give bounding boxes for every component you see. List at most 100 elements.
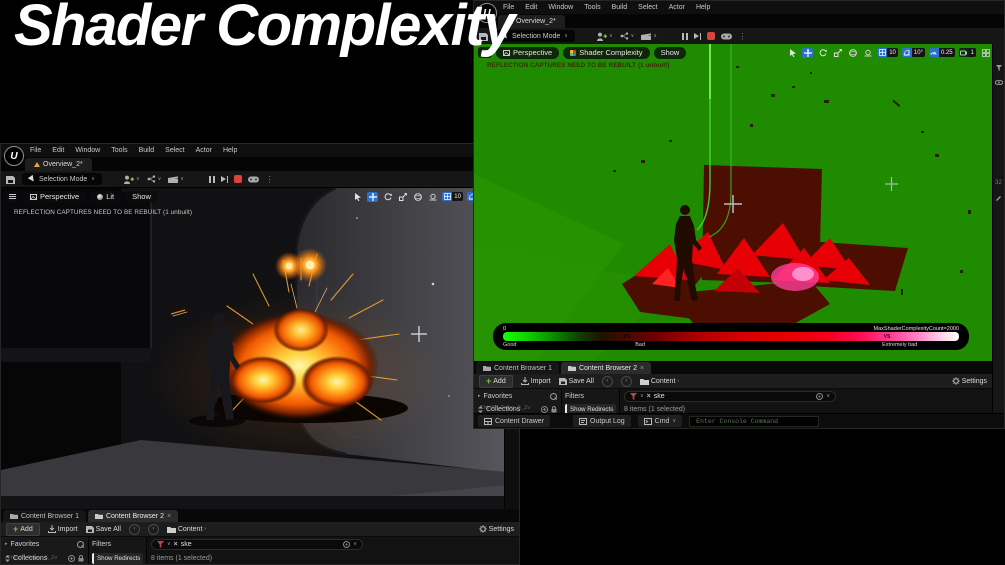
view-mode-dropdown[interactable]: Lit	[90, 191, 121, 203]
import-button[interactable]: Import	[521, 377, 551, 385]
world-space-icon[interactable]	[847, 48, 858, 58]
menu-item-build[interactable]: Build	[612, 4, 628, 11]
selection-mode-dropdown[interactable]: Selection Mode ∨	[22, 173, 102, 185]
breadcrumb[interactable]: Content ›	[167, 526, 206, 533]
viewport-layout-icon[interactable]	[980, 48, 991, 58]
favorites-panel-header[interactable]: ▸ Favorites	[474, 389, 562, 403]
asset-search-field[interactable]: ∨ × ∨	[151, 539, 363, 550]
search-icon[interactable]	[550, 393, 557, 400]
add-collection-icon[interactable]	[541, 406, 548, 413]
import-button[interactable]: Import	[48, 525, 78, 533]
gamepad-icon[interactable]	[721, 33, 732, 40]
menu-item-edit[interactable]: Edit	[52, 147, 64, 154]
content-browser-tab-1[interactable]: Content Browser 1	[3, 510, 86, 522]
content-browser-tab-1[interactable]: Content Browser 1	[476, 362, 559, 374]
search-input[interactable]	[181, 541, 341, 548]
menu-item-edit[interactable]: Edit	[525, 4, 537, 11]
add-collection-icon[interactable]	[68, 555, 75, 562]
menu-item-help[interactable]: Help	[223, 147, 237, 154]
step-button[interactable]	[221, 176, 229, 183]
toolbar-overflow-icon[interactable]: ⋮	[738, 32, 746, 41]
save-all-button[interactable]: Save All	[559, 377, 594, 385]
add-button[interactable]: + Add	[479, 375, 513, 388]
breadcrumb[interactable]: Content ›	[640, 378, 679, 385]
rotate-tool-button[interactable]	[817, 48, 828, 58]
content-browser-tab-2[interactable]: Content Browser 2 ×	[561, 362, 651, 374]
clear-search-icon[interactable]: ×	[647, 393, 651, 400]
viewport-lit[interactable]: Perspective Lit Show 10	[1, 188, 507, 509]
console-command-field[interactable]	[689, 416, 819, 427]
grid-snap-control[interactable]: 10	[442, 192, 463, 201]
cinematics-dropdown[interactable]: ∨	[641, 32, 657, 40]
menu-item-help[interactable]: Help	[696, 4, 710, 11]
show-dropdown[interactable]: Show	[125, 191, 158, 203]
surface-snap-icon[interactable]	[862, 48, 873, 58]
menu-item-tools[interactable]: Tools	[584, 4, 600, 11]
pencil-icon[interactable]	[995, 195, 1002, 202]
console-command-input[interactable]	[694, 417, 814, 426]
level-tab[interactable]: Overview_2*	[25, 158, 92, 171]
menu-item-select[interactable]: Select	[165, 147, 184, 154]
grid-snap-control[interactable]: 10	[877, 48, 898, 57]
menu-item-window[interactable]: Window	[75, 147, 100, 154]
search-icon[interactable]	[77, 541, 84, 548]
cinematics-dropdown[interactable]: ∨	[168, 175, 184, 183]
select-tool-button[interactable]	[787, 48, 798, 58]
add-actor-dropdown[interactable]: ∨	[123, 175, 140, 184]
move-tool-button[interactable]	[802, 48, 813, 58]
save-all-button[interactable]: Save All	[86, 525, 121, 533]
gamepad-icon[interactable]	[248, 176, 259, 183]
menu-item-actor[interactable]: Actor	[196, 147, 212, 154]
menu-item-build[interactable]: Build	[139, 147, 155, 154]
perspective-dropdown[interactable]: Perspective	[23, 191, 86, 203]
scale-tool-button[interactable]	[397, 192, 408, 202]
settings-button[interactable]: Settings	[479, 525, 514, 533]
viewport-menu-icon[interactable]	[5, 191, 19, 202]
save-icon[interactable]	[6, 175, 15, 184]
blueprints-dropdown[interactable]: ∨	[147, 175, 162, 183]
cmd-dropdown[interactable]: Cmd ∨	[638, 415, 682, 427]
view-mode-dropdown[interactable]: Shader Complexity	[563, 47, 649, 59]
stop-button[interactable]	[234, 175, 242, 183]
viewport-shader-complexity[interactable]: Perspective Shader Complexity Show 10	[474, 44, 994, 361]
menu-item-actor[interactable]: Actor	[669, 4, 685, 11]
camera-count-control[interactable]: 1	[959, 48, 976, 57]
show-redirects-filter[interactable]: Show Redirects	[92, 553, 143, 564]
search-input[interactable]	[654, 393, 814, 400]
blueprints-dropdown[interactable]: ∨	[620, 32, 635, 40]
rotate-tool-button[interactable]	[382, 192, 393, 202]
camera-speed-control[interactable]: 0.25	[929, 48, 955, 57]
favorites-panel-header[interactable]: ▸ Favorites	[1, 537, 89, 551]
close-tab-icon[interactable]: ×	[167, 513, 171, 520]
collections-panel-header[interactable]: ThirdP_Temp_5_2v Collections	[1, 551, 89, 565]
back-button[interactable]: ‹	[129, 524, 140, 535]
pause-button[interactable]	[682, 33, 688, 40]
toolbar-overflow-icon[interactable]: ⋮	[265, 175, 273, 184]
rotation-snap-control[interactable]: 10°	[902, 48, 925, 57]
scale-tool-button[interactable]	[832, 48, 843, 58]
clear-search-icon[interactable]: ×	[174, 541, 178, 548]
content-browser-tab-2[interactable]: Content Browser 2 ×	[88, 510, 178, 522]
save-search-icon[interactable]	[343, 541, 350, 548]
surface-snap-icon[interactable]	[427, 192, 438, 202]
menu-item-tools[interactable]: Tools	[111, 147, 127, 154]
asset-search-field[interactable]: ∨ × ∨	[624, 391, 836, 402]
content-drawer-button[interactable]: Content Drawer	[478, 415, 550, 427]
menu-item-window[interactable]: Window	[548, 4, 573, 11]
close-tab-icon[interactable]: ×	[640, 365, 644, 372]
forward-button[interactable]: ›	[148, 524, 159, 535]
pause-button[interactable]	[209, 176, 215, 183]
lock-icon[interactable]	[78, 555, 84, 562]
move-tool-button[interactable]	[367, 192, 378, 202]
eye-icon[interactable]	[995, 80, 1003, 85]
unreal-logo-icon[interactable]: U	[4, 146, 24, 166]
lock-icon[interactable]	[551, 406, 557, 413]
output-log-button[interactable]: Output Log	[573, 415, 631, 427]
save-search-icon[interactable]	[816, 393, 823, 400]
filter-icon[interactable]	[996, 65, 1002, 71]
add-actor-dropdown[interactable]: ∨	[596, 32, 613, 41]
stop-button[interactable]	[707, 32, 715, 40]
settings-button[interactable]: Settings	[952, 377, 987, 385]
forward-button[interactable]: ›	[621, 376, 632, 387]
step-button[interactable]	[694, 33, 702, 40]
